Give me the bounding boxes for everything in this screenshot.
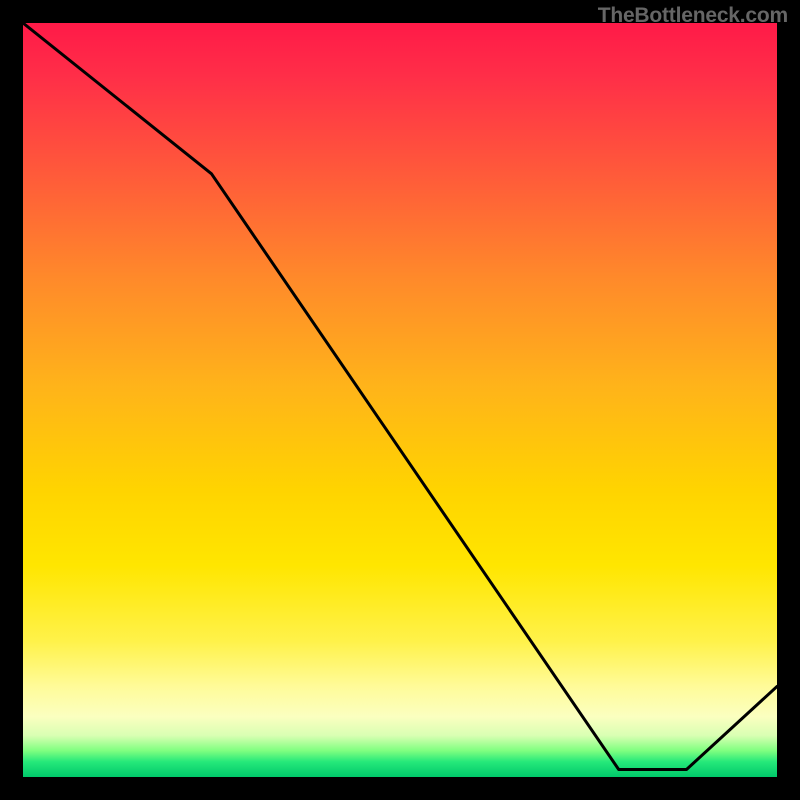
curve-svg (23, 23, 777, 777)
watermark-label: TheBottleneck.com (598, 4, 788, 28)
chart-frame: TheBottleneck.com (0, 0, 800, 800)
bottleneck-curve (23, 23, 777, 770)
plot-inner (23, 23, 777, 777)
plot-area (23, 23, 777, 777)
